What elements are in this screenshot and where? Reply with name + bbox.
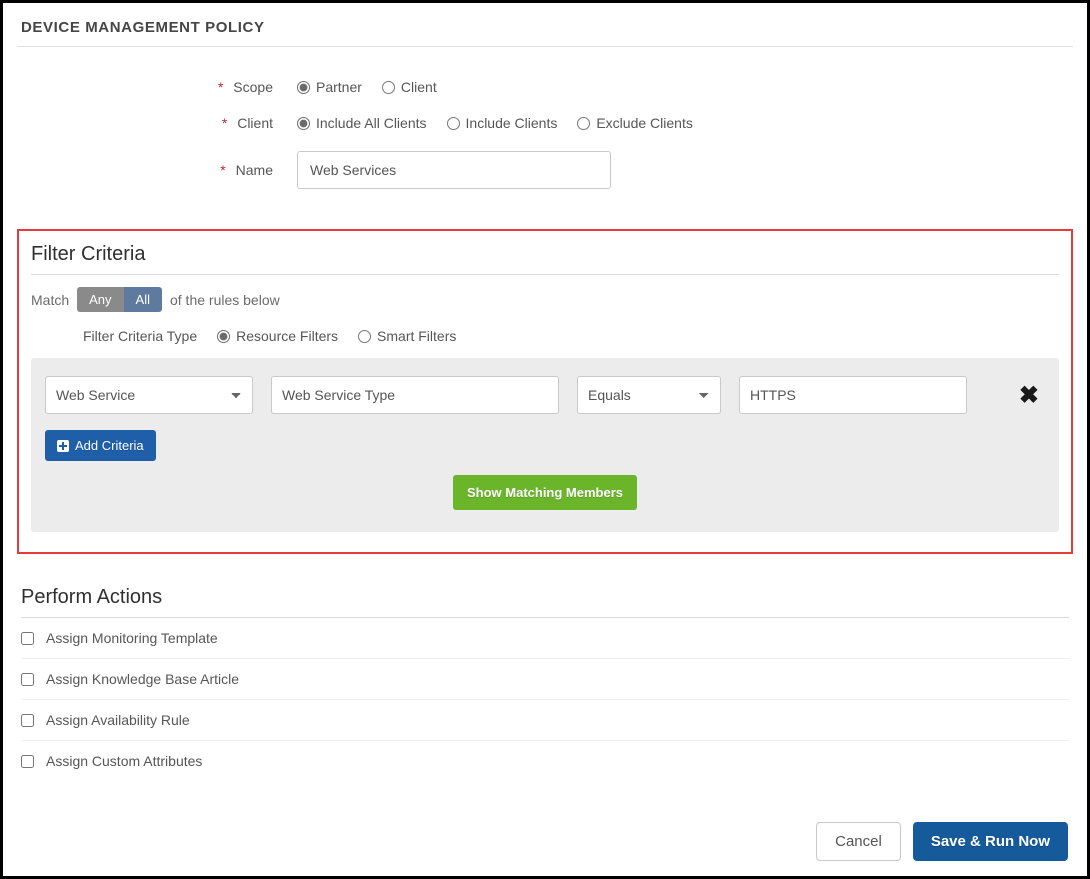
label-name: * Name [17, 162, 297, 178]
radio-label: Smart Filters [377, 328, 456, 344]
radio-scope-client[interactable]: Client [382, 79, 437, 95]
row-client: * Client Include All Clients Include Cli… [17, 105, 1073, 141]
criteria-attribute-input[interactable] [271, 376, 559, 414]
actions-heading: Perform Actions [21, 582, 1069, 618]
action-label: Assign Custom Attributes [46, 753, 202, 769]
radio-client-include-all[interactable]: Include All Clients [297, 115, 427, 131]
checkbox-input[interactable] [21, 673, 34, 686]
action-assign-availability-rule[interactable]: Assign Availability Rule [21, 700, 1069, 741]
criteria-operator-select[interactable]: Equals [577, 376, 721, 414]
radio-input[interactable] [382, 81, 395, 94]
action-label: Assign Monitoring Template [46, 630, 218, 646]
row-scope: * Scope Partner Client [17, 69, 1073, 105]
radio-input[interactable] [297, 117, 310, 130]
page-title: DEVICE MANAGEMENT POLICY [17, 13, 1073, 47]
remove-criteria-icon[interactable]: ✖ [1019, 381, 1045, 410]
match-all-button[interactable]: All [124, 287, 162, 312]
row-name: * Name [17, 141, 1073, 199]
radio-label: Client [401, 79, 437, 95]
criteria-box: Web Service Equals ✖ Add Criteria Show M… [31, 358, 1059, 532]
required-mark: * [220, 162, 225, 178]
criteria-value-input[interactable] [739, 376, 967, 414]
criteria-field-select[interactable]: Web Service [45, 376, 253, 414]
match-any-button[interactable]: Any [77, 287, 123, 312]
match-row: Match Any All of the rules below [31, 275, 1059, 328]
add-criteria-button[interactable]: Add Criteria [45, 430, 156, 461]
radio-input[interactable] [358, 330, 371, 343]
label-client: * Client [17, 115, 297, 131]
radio-label: Exclude Clients [596, 115, 693, 131]
radio-input[interactable] [297, 81, 310, 94]
filter-criteria-block: Filter Criteria Match Any All of the rul… [17, 229, 1073, 554]
radio-input[interactable] [577, 117, 590, 130]
action-label: Assign Knowledge Base Article [46, 671, 239, 687]
match-prefix: Match [31, 292, 69, 308]
save-run-now-button[interactable]: Save & Run Now [913, 822, 1068, 861]
radio-input[interactable] [447, 117, 460, 130]
criteria-row: Web Service Equals ✖ [45, 376, 1045, 414]
policy-form: * Scope Partner Client * Client Include … [17, 47, 1073, 229]
action-assign-kb-article[interactable]: Assign Knowledge Base Article [21, 659, 1069, 700]
label-text: Scope [233, 79, 273, 95]
perform-actions-block: Perform Actions Assign Monitoring Templa… [17, 582, 1073, 781]
filter-type-row: Filter Criteria Type Resource Filters Sm… [31, 328, 1059, 358]
match-toggle-group: Any All [77, 287, 162, 312]
name-input[interactable] [297, 151, 611, 189]
radio-client-exclude[interactable]: Exclude Clients [577, 115, 693, 131]
action-label: Assign Availability Rule [46, 712, 190, 728]
checkbox-input[interactable] [21, 755, 34, 768]
checkbox-input[interactable] [21, 714, 34, 727]
filter-heading: Filter Criteria [31, 239, 1059, 275]
radio-label: Include Clients [466, 115, 558, 131]
radio-smart-filters[interactable]: Smart Filters [358, 328, 456, 344]
required-mark: * [222, 115, 227, 131]
radio-label: Partner [316, 79, 362, 95]
label-scope: * Scope [17, 79, 297, 95]
filter-type-label: Filter Criteria Type [83, 328, 197, 344]
radio-client-include[interactable]: Include Clients [447, 115, 558, 131]
required-mark: * [218, 79, 223, 95]
radio-resource-filters[interactable]: Resource Filters [217, 328, 338, 344]
radio-input[interactable] [217, 330, 230, 343]
checkbox-input[interactable] [21, 632, 34, 645]
btn-label: Add Criteria [75, 438, 144, 453]
cancel-button[interactable]: Cancel [816, 822, 901, 861]
radio-label: Resource Filters [236, 328, 338, 344]
label-text: Client [237, 115, 273, 131]
match-suffix: of the rules below [170, 292, 280, 308]
label-text: Name [236, 162, 273, 178]
action-assign-custom-attributes[interactable]: Assign Custom Attributes [21, 741, 1069, 781]
show-matching-members-button[interactable]: Show Matching Members [453, 475, 637, 510]
action-assign-monitoring-template[interactable]: Assign Monitoring Template [21, 618, 1069, 659]
plus-icon [57, 440, 69, 452]
radio-scope-partner[interactable]: Partner [297, 79, 362, 95]
radio-label: Include All Clients [316, 115, 427, 131]
footer-buttons: Cancel Save & Run Now [816, 822, 1068, 861]
